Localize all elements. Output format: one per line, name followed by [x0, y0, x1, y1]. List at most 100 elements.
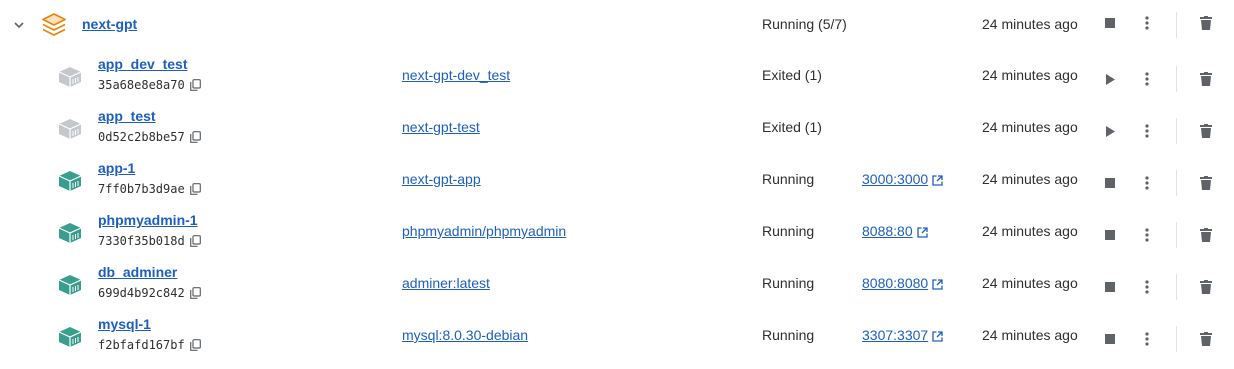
image-link[interactable]: adminer:latest	[402, 275, 490, 291]
container-last-started: 24 minutes ago	[982, 67, 1078, 83]
container-name-link[interactable]: app-1	[98, 160, 135, 176]
container-status: Running	[762, 327, 815, 343]
external-link-icon[interactable]	[932, 329, 944, 342]
container-id: 7ff0b7b3d9ae	[98, 182, 202, 196]
copy-icon[interactable]	[189, 182, 202, 196]
container-last-started: 24 minutes ago	[982, 223, 1078, 239]
delete-icon[interactable]	[1196, 225, 1216, 245]
delete-icon[interactable]	[1196, 69, 1216, 89]
container-id: 699d4b92c842	[98, 286, 202, 300]
divider	[1176, 12, 1177, 38]
more-options-icon[interactable]	[1137, 277, 1157, 297]
more-options-icon[interactable]	[1137, 13, 1157, 33]
container-name-link[interactable]: app_dev_test	[98, 56, 187, 72]
container-name-link[interactable]: app_test	[98, 108, 156, 124]
play-icon[interactable]	[1100, 69, 1120, 89]
container-status: Running	[762, 223, 815, 239]
copy-icon[interactable]	[189, 286, 202, 300]
stop-icon[interactable]	[1100, 173, 1120, 193]
container-id-text: 7330f35b018d	[98, 234, 185, 248]
image-link[interactable]: mysql:8.0.30-debian	[402, 327, 528, 343]
container-status: Exited (1)	[762, 67, 822, 83]
container-row[interactable]: app_dev_test 35a68e8e8a70 next-gpt-dev_tes…	[0, 49, 1234, 101]
container-status: Running	[762, 171, 815, 187]
container-id-text: 0d52c2b8be57	[98, 130, 185, 144]
stop-icon[interactable]	[1100, 329, 1120, 349]
group-name-link[interactable]: next-gpt	[82, 16, 137, 32]
container-row[interactable]: db_adminer 699d4b92c842 adminer:latest Runn…	[0, 257, 1234, 309]
container-id: 35a68e8e8a70	[98, 78, 202, 92]
container-row[interactable]: app-1 7ff0b7b3d9ae next-gpt-app Running 3000…	[0, 153, 1234, 205]
stack-icon	[40, 11, 68, 39]
container-id: 0d52c2b8be57	[98, 130, 202, 144]
port-link[interactable]: 3000:3000	[862, 171, 944, 187]
port-link[interactable]: 3307:3307	[862, 327, 944, 343]
compose-group-row[interactable]: next-gpt Running (5/7) 24 minutes ago	[0, 0, 1234, 52]
container-id: f2bfafd167bf	[98, 338, 202, 352]
container-id: 7330f35b018d	[98, 234, 202, 248]
container-icon	[57, 117, 83, 141]
chevron-down-icon[interactable]	[10, 16, 28, 34]
container-last-started: 24 minutes ago	[982, 171, 1078, 187]
container-icon	[57, 273, 83, 297]
port-label[interactable]: 3307:3307	[862, 327, 928, 343]
delete-icon[interactable]	[1196, 173, 1216, 193]
stop-icon[interactable]	[1100, 13, 1120, 33]
more-options-icon[interactable]	[1137, 69, 1157, 89]
divider	[1176, 222, 1177, 248]
stop-icon[interactable]	[1100, 225, 1120, 245]
stop-icon[interactable]	[1100, 277, 1120, 297]
port-label[interactable]: 8088:80	[862, 223, 913, 239]
external-link-icon[interactable]	[916, 225, 929, 238]
group-status: Running (5/7)	[762, 16, 847, 32]
external-link-icon[interactable]	[932, 277, 944, 290]
image-link[interactable]: next-gpt-app	[402, 171, 481, 187]
external-link-icon[interactable]	[932, 173, 944, 186]
delete-icon[interactable]	[1196, 277, 1216, 297]
divider	[1176, 326, 1177, 352]
divider	[1176, 274, 1177, 300]
container-row[interactable]: mysql-1 f2bfafd167bf mysql:8.0.30-debian Ru…	[0, 309, 1234, 361]
copy-icon[interactable]	[189, 78, 202, 92]
container-icon	[57, 221, 83, 245]
port-link[interactable]: 8088:80	[862, 223, 929, 239]
copy-icon[interactable]	[189, 234, 202, 248]
more-options-icon[interactable]	[1137, 329, 1157, 349]
group-last-started: 24 minutes ago	[982, 16, 1078, 32]
divider	[1176, 170, 1177, 196]
delete-icon[interactable]	[1196, 329, 1216, 349]
port-label[interactable]: 8080:8080	[862, 275, 928, 291]
container-name-link[interactable]: db_adminer	[98, 264, 177, 280]
container-id-text: 35a68e8e8a70	[98, 78, 185, 92]
more-options-icon[interactable]	[1137, 173, 1157, 193]
play-icon[interactable]	[1100, 121, 1120, 141]
delete-icon[interactable]	[1196, 121, 1216, 141]
copy-icon[interactable]	[189, 338, 202, 352]
container-name-link[interactable]: mysql-1	[98, 316, 151, 332]
container-icon	[57, 325, 83, 349]
container-id-text: f2bfafd167bf	[98, 338, 185, 352]
copy-icon[interactable]	[189, 130, 202, 144]
divider	[1176, 66, 1177, 92]
image-link[interactable]: phpmyadmin/phpmyadmin	[402, 223, 566, 239]
port-label[interactable]: 3000:3000	[862, 171, 928, 187]
container-last-started: 24 minutes ago	[982, 327, 1078, 343]
container-icon	[57, 65, 83, 89]
container-last-started: 24 minutes ago	[982, 275, 1078, 291]
container-status: Running	[762, 275, 815, 291]
delete-icon[interactable]	[1196, 13, 1216, 33]
image-link[interactable]: next-gpt-test	[402, 119, 480, 135]
container-id-text: 7ff0b7b3d9ae	[98, 182, 185, 196]
container-icon	[57, 169, 83, 193]
container-id-text: 699d4b92c842	[98, 286, 185, 300]
container-name-link[interactable]: phpmyadmin-1	[98, 212, 198, 228]
container-status: Exited (1)	[762, 119, 822, 135]
image-link[interactable]: next-gpt-dev_test	[402, 67, 510, 83]
container-row[interactable]: app_test 0d52c2b8be57 next-gpt-test Exited …	[0, 101, 1234, 153]
container-row[interactable]: phpmyadmin-1 7330f35b018d phpmyadmin/phpmy…	[0, 205, 1234, 257]
divider	[1176, 118, 1177, 144]
more-options-icon[interactable]	[1137, 121, 1157, 141]
container-list: next-gpt Running (5/7) 24 minutes ago ap…	[0, 0, 1234, 369]
port-link[interactable]: 8080:8080	[862, 275, 944, 291]
more-options-icon[interactable]	[1137, 225, 1157, 245]
